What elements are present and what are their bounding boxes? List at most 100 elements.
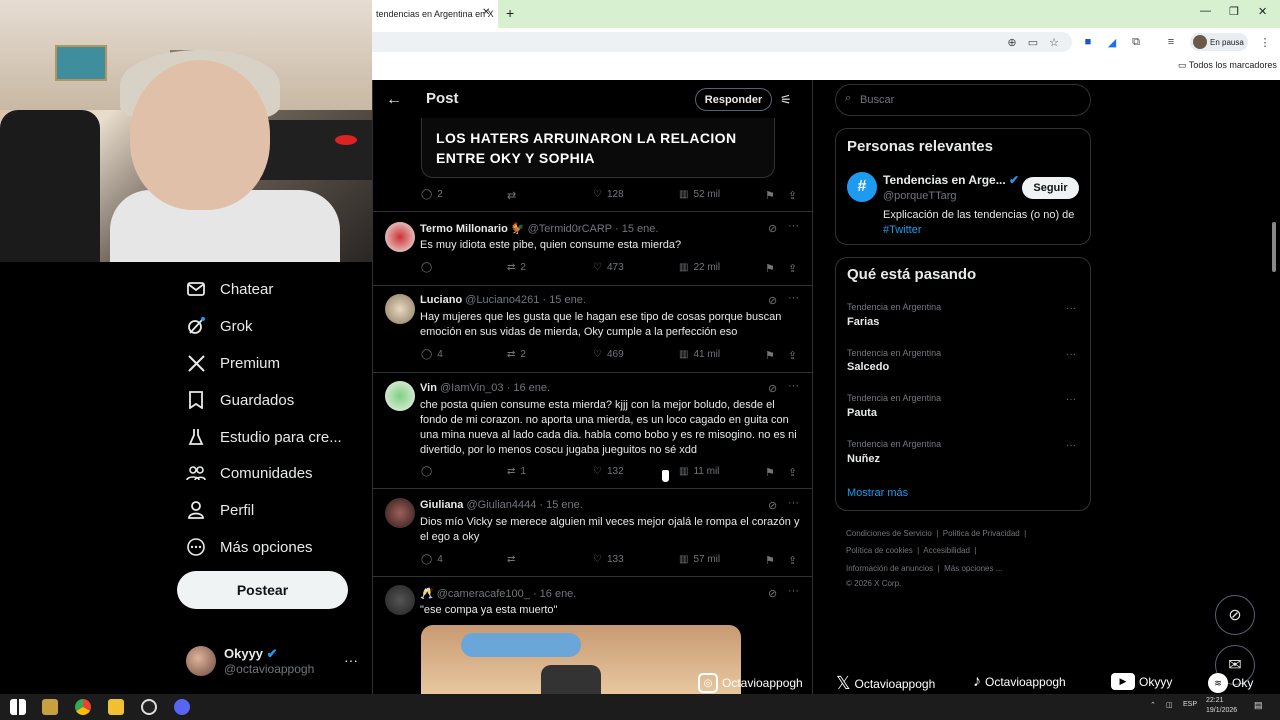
more-icon[interactable]: ···: [788, 380, 799, 392]
reply-button[interactable]: Responder: [695, 88, 772, 111]
sidebar-item-communities[interactable]: Comunidades: [186, 458, 313, 488]
like-action[interactable]: ♡ 473: [593, 262, 624, 273]
address-bar[interactable]: [372, 32, 1072, 52]
repost-action[interactable]: ⇄: [507, 554, 515, 565]
views-action[interactable]: ▥ 52 mil: [679, 189, 720, 200]
more-icon[interactable]: ···: [788, 292, 799, 304]
more-icon[interactable]: ···: [1066, 303, 1076, 314]
clock-date[interactable]: 19/1/2026: [1206, 707, 1237, 714]
cast-icon[interactable]: ▭: [1027, 36, 1039, 49]
sidebar-item-chat[interactable]: Chatear: [186, 274, 273, 304]
discord-icon[interactable]: [174, 699, 190, 715]
avatar[interactable]: [186, 646, 216, 676]
extension-icon[interactable]: ◢: [1106, 36, 1118, 49]
sidebar-item-bookmarks[interactable]: Guardados: [186, 385, 294, 415]
trend-item[interactable]: Salcedo: [847, 361, 889, 373]
sidebar-item-more[interactable]: Más opciones: [186, 532, 313, 562]
footer-link[interactable]: Más opciones ...: [944, 564, 1002, 573]
footer-link[interactable]: Información de anuncios: [846, 564, 933, 573]
trend-item[interactable]: Farias: [847, 316, 879, 328]
trend-item[interactable]: Nuñez: [847, 453, 880, 465]
more-icon[interactable]: ···: [1066, 349, 1076, 360]
back-arrow-icon[interactable]: ←: [386, 91, 402, 109]
notification-icon[interactable]: ▤: [1254, 700, 1263, 711]
grok-icon[interactable]: ⊘: [768, 499, 777, 512]
more-icon[interactable]: ···: [788, 497, 799, 509]
bookmark-action[interactable]: ⚑: [765, 554, 775, 567]
bookmark-action[interactable]: ⚑: [765, 466, 775, 479]
like-action[interactable]: ♡ 133: [593, 554, 624, 565]
avatar[interactable]: [385, 498, 415, 528]
close-tab-icon[interactable]: ✕: [482, 7, 490, 18]
bookmark-action[interactable]: ⚑: [765, 349, 775, 362]
show-more-link[interactable]: Mostrar más: [847, 487, 908, 499]
reply-action[interactable]: ◯ 4: [421, 554, 443, 565]
grok-icon[interactable]: ⊘: [768, 382, 777, 395]
file-explorer-icon[interactable]: [108, 699, 124, 715]
footer-link[interactable]: Política de cookies: [846, 546, 913, 555]
tweet-media-image[interactable]: [421, 625, 741, 695]
bookmark-action[interactable]: ⚑: [765, 189, 775, 202]
share-action[interactable]: ⇪: [788, 554, 797, 567]
hashtag-link[interactable]: #Twitter: [883, 224, 922, 236]
more-icon[interactable]: ···: [1066, 394, 1076, 405]
repost-action[interactable]: ⇄ 2: [507, 349, 526, 360]
post-button[interactable]: Postear: [177, 571, 348, 609]
footer-link[interactable]: Condiciones de Servicio: [846, 529, 932, 538]
grok-fab-icon[interactable]: ⊘: [1215, 595, 1255, 635]
minimize-icon[interactable]: —: [1200, 5, 1211, 17]
sidebar-item-creator-studio[interactable]: Estudio para cre...: [186, 422, 342, 452]
browser-tab[interactable]: tendencias en Argentina en X: [372, 0, 498, 28]
all-bookmarks[interactable]: ▭ Todos los marcadores: [1178, 60, 1277, 71]
chrome-icon[interactable]: [75, 699, 91, 715]
star-icon[interactable]: ☆: [1048, 36, 1060, 49]
relevant-account-name[interactable]: Tendencias en Arge... ✔: [883, 173, 1019, 187]
restore-icon[interactable]: ❐: [1229, 5, 1239, 18]
close-window-icon[interactable]: ✕: [1258, 5, 1267, 18]
reply-action[interactable]: ◯: [421, 262, 432, 273]
reply-action[interactable]: ◯: [421, 466, 432, 477]
new-tab-icon[interactable]: +: [506, 5, 514, 21]
sidebar-item-premium[interactable]: Premium: [186, 348, 280, 378]
grok-icon[interactable]: ⊘: [768, 222, 777, 235]
media-control-icon[interactable]: ≡: [1165, 36, 1177, 48]
reply-action[interactable]: ◯ 2: [421, 189, 443, 200]
follow-button[interactable]: Seguir: [1022, 177, 1079, 199]
tray-chevron-icon[interactable]: ⌃: [1150, 701, 1156, 709]
account-more-icon[interactable]: ···: [344, 652, 358, 668]
scrollbar[interactable]: [1272, 222, 1276, 272]
avatar[interactable]: [385, 294, 415, 324]
network-icon[interactable]: ◫: [1166, 701, 1173, 709]
search-input[interactable]: Buscar: [835, 84, 1091, 116]
avatar[interactable]: [385, 381, 415, 411]
grok-icon[interactable]: ⊘: [768, 294, 777, 307]
puzzle-icon[interactable]: ⧉: [1130, 36, 1142, 48]
like-action[interactable]: ♡ 128: [593, 189, 624, 200]
more-icon[interactable]: ···: [788, 585, 799, 597]
reply-action[interactable]: ◯ 4: [421, 349, 443, 360]
video-preview[interactable]: LOS HATERS ARRUINARON LA RELACION ENTRE …: [421, 118, 775, 178]
footer-link[interactable]: Accesibilidad: [923, 546, 970, 555]
bookmark-action[interactable]: ⚑: [765, 262, 775, 275]
share-action[interactable]: ⇪: [788, 189, 797, 202]
extension-icon[interactable]: ■: [1082, 36, 1094, 48]
views-action[interactable]: ▥ 41 mil: [679, 349, 720, 360]
share-action[interactable]: ⇪: [788, 349, 797, 362]
avatar[interactable]: #: [847, 172, 877, 202]
views-action[interactable]: ▥ 22 mil: [679, 262, 720, 273]
trend-item[interactable]: Pauta: [847, 407, 877, 419]
media-player-icon[interactable]: [42, 699, 58, 715]
sidebar-item-grok[interactable]: Grok: [186, 311, 253, 341]
keyboard-language[interactable]: ESP: [1183, 701, 1197, 708]
repost-action[interactable]: ⇄ 2: [507, 262, 526, 273]
clock-time[interactable]: 22:21: [1206, 697, 1224, 704]
browser-menu-icon[interactable]: ⋮: [1259, 36, 1271, 49]
list-item[interactable]: Termo Millonario 🐓 @Termid0rCARP · 15 en…: [373, 212, 812, 285]
more-icon[interactable]: ···: [788, 220, 799, 232]
sliders-icon[interactable]: ⚟: [780, 92, 792, 108]
repost-action[interactable]: ⇄: [507, 189, 516, 202]
share-action[interactable]: ⇪: [788, 262, 797, 275]
obs-icon[interactable]: [141, 699, 157, 715]
windows-start-icon[interactable]: [10, 699, 26, 715]
share-action[interactable]: ⇪: [788, 466, 797, 479]
